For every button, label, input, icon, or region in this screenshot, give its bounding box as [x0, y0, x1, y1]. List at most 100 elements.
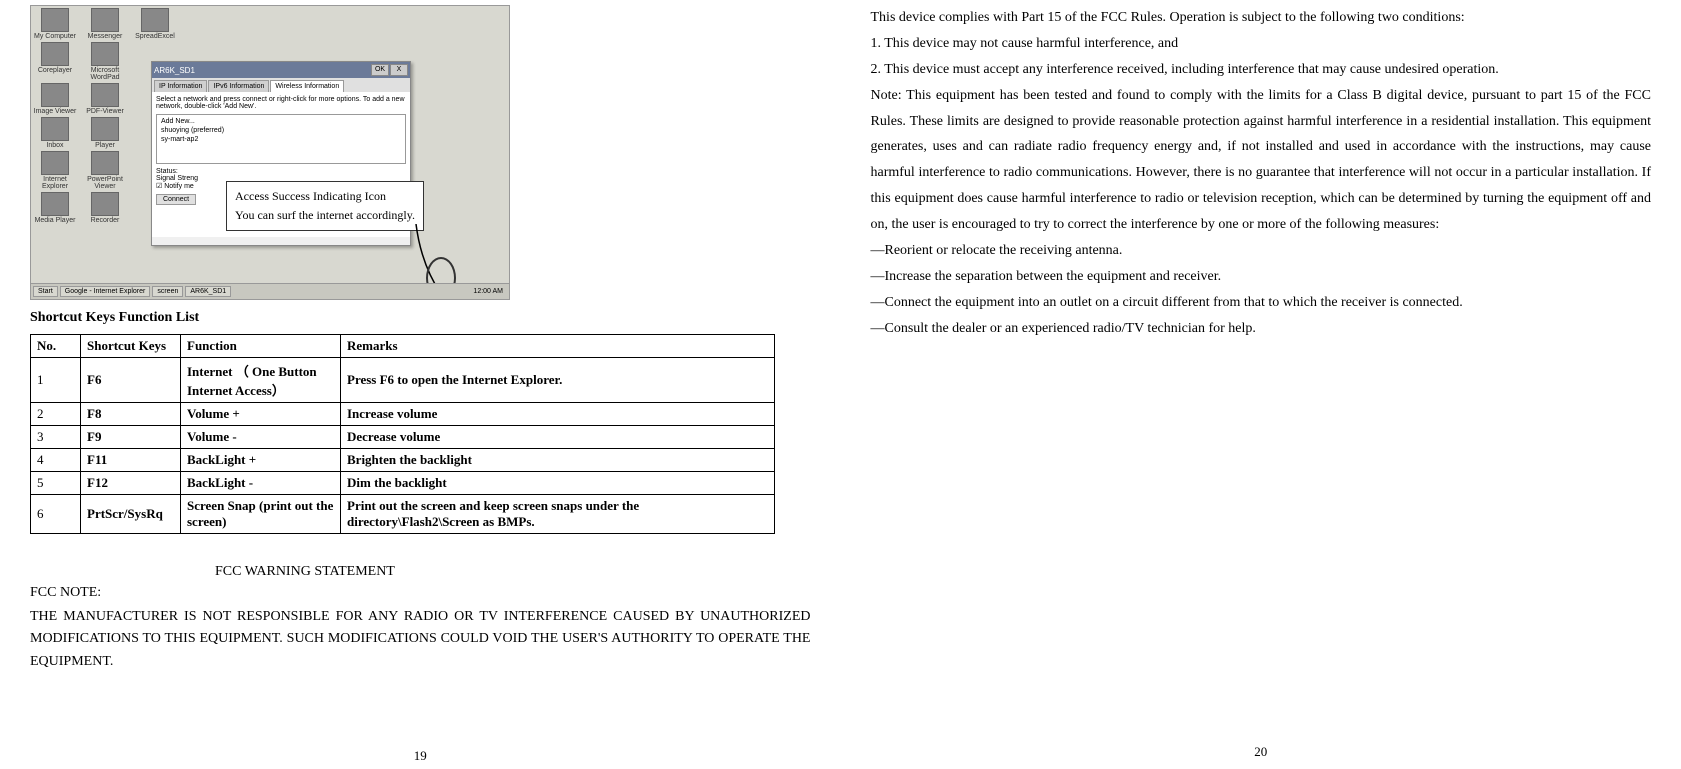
pdf-viewer-icon: [91, 83, 119, 107]
connect-button: Connect: [156, 194, 196, 205]
table-row: 1 F6 Internet （ One Button Internet Acce…: [31, 358, 775, 403]
close-button: X: [390, 64, 408, 76]
start-button: Start: [33, 286, 58, 297]
header-function: Function: [181, 335, 341, 358]
cell-function: Volume +: [181, 403, 341, 426]
cell-keys: F11: [81, 449, 181, 472]
icon-label: Microsoft WordPad: [83, 67, 127, 81]
desktop-icon: SpreadExcel: [133, 8, 177, 40]
taskbar-app: screen: [152, 286, 183, 297]
icon-label: Player: [95, 142, 115, 149]
wordpad-icon: [91, 42, 119, 66]
desktop-icon: Microsoft WordPad: [83, 42, 127, 81]
shortcut-keys-table: No. Shortcut Keys Function Remarks 1 F6 …: [30, 334, 775, 534]
status-label: Status:: [156, 168, 406, 175]
fcc-measure-4: —Consult the dealer or an experienced ra…: [871, 316, 1652, 342]
spreadsheet-icon: [141, 8, 169, 32]
cell-remarks: Dim the backlight: [341, 472, 775, 495]
icon-label: Messenger: [88, 33, 123, 40]
dialog-title: AR6K_SD1: [154, 66, 195, 75]
cell-keys: PrtScr/SysRq: [81, 495, 181, 534]
taskbar-clock: 12:00 AM: [469, 288, 507, 295]
dialog-titlebar: AR6K_SD1 OK X: [152, 62, 410, 78]
table-row: 5 F12 BackLight - Dim the backlight: [31, 472, 775, 495]
header-no: No.: [31, 335, 81, 358]
icon-label: Coreplayer: [38, 67, 72, 74]
desktop-icon: Player: [83, 117, 127, 149]
inbox-icon: [41, 117, 69, 141]
table-row: 4 F11 BackLight + Brighten the backlight: [31, 449, 775, 472]
page-number: 20: [1254, 740, 1267, 764]
cell-remarks: Brighten the backlight: [341, 449, 775, 472]
cell-no: 1: [31, 358, 81, 403]
icon-label: Internet Explorer: [33, 176, 77, 190]
callout-line2: You can surf the internet accordingly.: [235, 206, 415, 225]
cell-remarks: Print out the screen and keep screen sna…: [341, 495, 775, 534]
tab-wireless-info: Wireless Information: [270, 80, 344, 92]
coreplayer-icon: [41, 42, 69, 66]
icon-label: Image Viewer: [34, 108, 77, 115]
table-header-row: No. Shortcut Keys Function Remarks: [31, 335, 775, 358]
fcc-intro: This device complies with Part 15 of the…: [871, 5, 1652, 31]
table-row: 6 PrtScr/SysRq Screen Snap (print out th…: [31, 495, 775, 534]
icon-label: PowerPoint Viewer: [83, 176, 127, 190]
desktop-icon: Inbox: [33, 117, 77, 149]
page-number: 19: [414, 748, 427, 764]
fcc-note-label: FCC NOTE:: [30, 585, 811, 601]
icon-label: SpreadExcel: [135, 33, 175, 40]
fcc-measure-1: —Reorient or relocate the receiving ante…: [871, 238, 1652, 264]
network-list: Add New... shuoying (preferred) sy-mart-…: [156, 114, 406, 164]
cell-keys: F6: [81, 358, 181, 403]
desktop-icon: PDF-Viewer: [83, 83, 127, 115]
icon-label: PDF-Viewer: [86, 108, 124, 115]
icon-label: Recorder: [91, 217, 120, 224]
taskbar: Start Google - Internet Explorer screen …: [31, 283, 509, 299]
cell-remarks: Press F6 to open the Internet Explorer.: [341, 358, 775, 403]
network-item: shuoying (preferred): [159, 126, 403, 135]
desktop-icon: Recorder: [83, 192, 127, 224]
recorder-icon: [91, 192, 119, 216]
computer-icon: [41, 8, 69, 32]
desktop-icon: Image Viewer: [33, 83, 77, 115]
cell-no: 6: [31, 495, 81, 534]
tab-ip-info: IP Information: [154, 80, 207, 92]
page-right: This device complies with Part 15 of the…: [841, 0, 1681, 769]
ok-button: OK: [371, 64, 389, 76]
table-row: 3 F9 Volume - Decrease volume: [31, 426, 775, 449]
icon-label: Inbox: [46, 142, 63, 149]
callout-annotation: Access Success Indicating Icon You can s…: [226, 181, 424, 231]
cell-keys: F9: [81, 426, 181, 449]
cell-function: BackLight +: [181, 449, 341, 472]
cell-no: 5: [31, 472, 81, 495]
fcc-measure-2: —Increase the separation between the equ…: [871, 264, 1652, 290]
icon-label: My Computer: [34, 33, 76, 40]
header-remarks: Remarks: [341, 335, 775, 358]
ie-icon: [41, 151, 69, 175]
network-add-new: Add New...: [159, 117, 403, 126]
media-player-icon: [41, 192, 69, 216]
fcc-measure-3: —Connect the equipment into an outlet on…: [871, 290, 1652, 316]
header-keys: Shortcut Keys: [81, 335, 181, 358]
desktop-icon: Media Player: [33, 192, 77, 224]
taskbar-app: Google - Internet Explorer: [60, 286, 151, 297]
cell-no: 2: [31, 403, 81, 426]
callout-line1: Access Success Indicating Icon: [235, 187, 415, 206]
image-viewer-icon: [41, 83, 69, 107]
dialog-tabs: IP Information IPv6 Information Wireless…: [152, 78, 410, 92]
fcc-condition-1: 1. This device may not cause harmful int…: [871, 31, 1652, 57]
fcc-note-body: Note: This equipment has been tested and…: [871, 83, 1652, 238]
taskbar-app: AR6K_SD1: [185, 286, 231, 297]
cell-keys: F12: [81, 472, 181, 495]
device-screenshot: My Computer Messenger SpreadExcel Corepl…: [30, 5, 510, 300]
fcc-warning-title: FCC WARNING STATEMENT: [215, 564, 811, 580]
cell-no: 4: [31, 449, 81, 472]
tab-ipv6-info: IPv6 Information: [208, 80, 269, 92]
desktop-icon: PowerPoint Viewer: [83, 151, 127, 190]
cell-function: Internet （ One Button Internet Access）: [181, 358, 341, 403]
desktop-icon: Internet Explorer: [33, 151, 77, 190]
dialog-instruction: Select a network and press connect or ri…: [156, 96, 406, 110]
messenger-icon: [91, 8, 119, 32]
section-title: Shortcut Keys Function List: [30, 310, 811, 326]
cell-keys: F8: [81, 403, 181, 426]
cell-remarks: Increase volume: [341, 403, 775, 426]
